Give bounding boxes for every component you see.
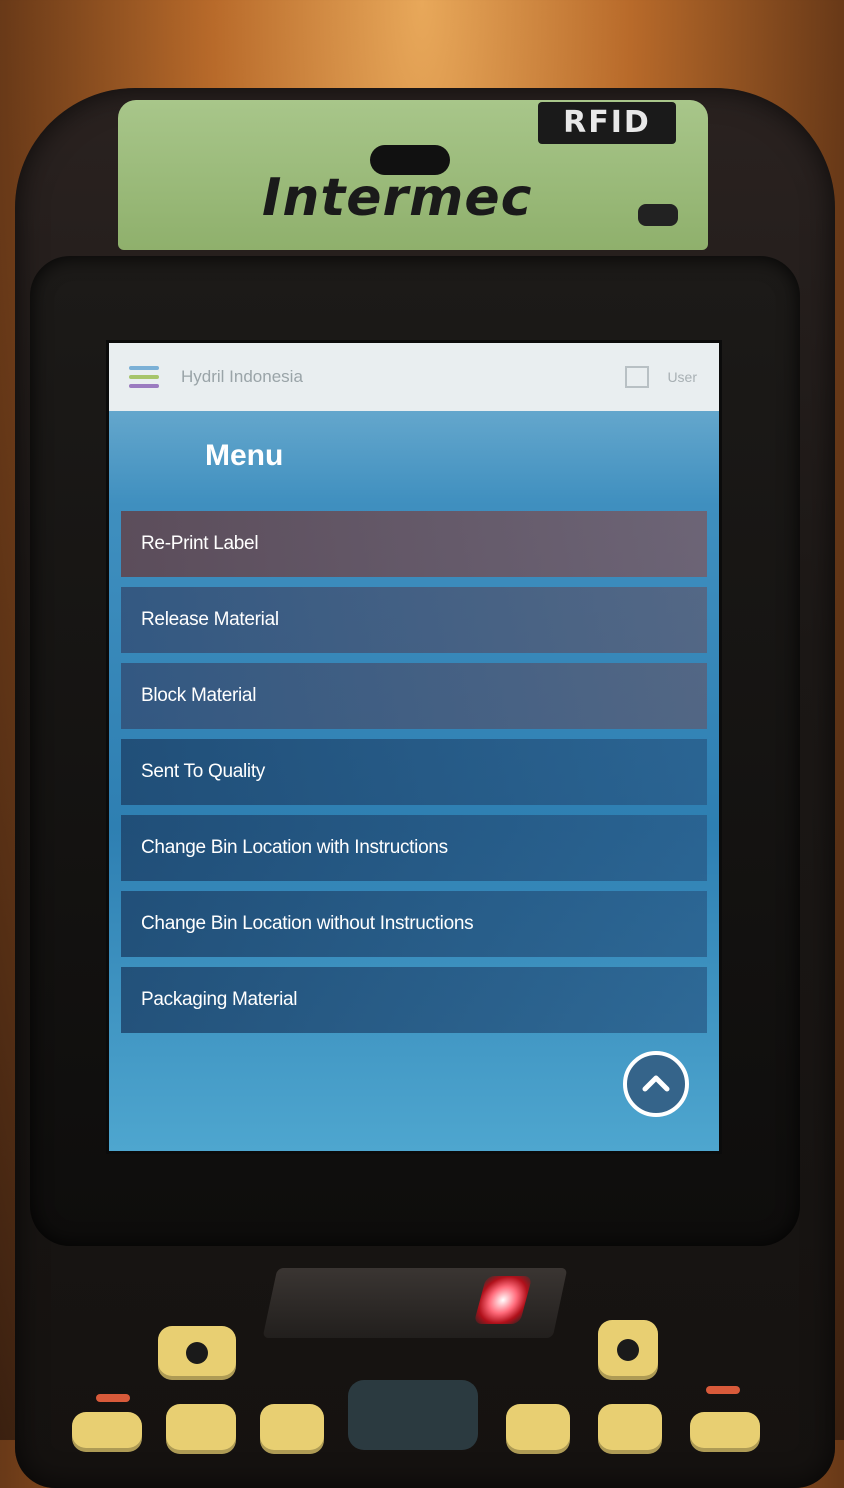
device-brand-logo: Intermec [262, 168, 533, 228]
page-title: Menu [205, 439, 284, 472]
menu-item-change-bin-without-instructions[interactable]: Change Bin Location without Instructions [121, 891, 707, 957]
menu-list: Re-Print Label Release Material Block Ma… [121, 511, 707, 1043]
soft-key-left[interactable] [166, 1404, 236, 1454]
menu-item-packaging-material[interactable]: Packaging Material [121, 967, 707, 1033]
user-label[interactable]: User [667, 369, 697, 385]
menu-item-reprint-label[interactable]: Re-Print Label [121, 511, 707, 577]
user-icon[interactable] [625, 366, 650, 388]
scroll-to-top-button[interactable] [623, 1051, 689, 1117]
app-screen: Hydril Indonesia User Menu Re-Print Labe… [106, 340, 722, 1154]
right-indicator [706, 1386, 740, 1394]
help-key[interactable] [158, 1326, 236, 1380]
hamburger-icon[interactable] [129, 366, 159, 388]
soft-key-right[interactable] [506, 1404, 570, 1454]
menu-item-sent-to-quality[interactable]: Sent To Quality [121, 739, 707, 805]
menu-item-block-material[interactable]: Block Material [121, 663, 707, 729]
chevron-up-icon [642, 1075, 670, 1092]
light-sensor [638, 204, 678, 226]
rfid-badge: RFID [538, 102, 676, 144]
power-key[interactable] [598, 1320, 658, 1380]
function-key[interactable] [72, 1412, 142, 1452]
enter-key[interactable] [690, 1412, 760, 1452]
app-header: Hydril Indonesia User [109, 343, 719, 411]
left-indicator [96, 1394, 130, 1402]
menu-item-change-bin-with-instructions[interactable]: Change Bin Location with Instructions [121, 815, 707, 881]
soft-key-mid[interactable] [260, 1404, 324, 1454]
company-name: Hydril Indonesia [181, 367, 303, 386]
soft-key-far-right[interactable] [598, 1404, 662, 1454]
menu-item-release-material[interactable]: Release Material [121, 587, 707, 653]
